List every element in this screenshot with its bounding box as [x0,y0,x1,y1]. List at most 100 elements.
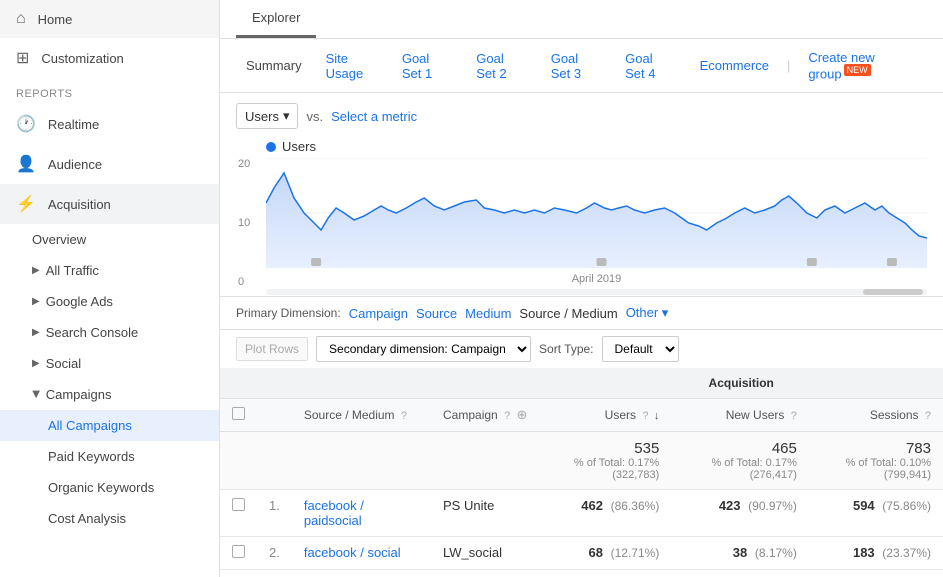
row1-source-medium[interactable]: facebook / paidsocial [292,490,431,537]
table-wrapper: Acquisition Source / Medium ? Campaign ?… [220,368,943,577]
dim-other[interactable]: Other ▾ [626,305,669,321]
row1-checkbox[interactable] [232,498,245,511]
row2-new-users-pct: (8.17%) [755,546,797,560]
primary-dim-label: Primary Dimension: [236,306,341,320]
legend-label: Users [282,139,316,154]
table-row: 1. facebook / paidsocial PS Unite 462 (8… [220,490,943,537]
row1-users-pct: (86.36%) [611,499,660,513]
sort-type-label: Sort Type: [539,342,593,356]
users-sort-icon[interactable]: ↓ [654,410,660,422]
tab-goal-set-3[interactable]: Goal Set 3 [541,46,611,86]
sidebar-item-audience[interactable]: 👤 Audience [0,144,219,184]
users-help-icon[interactable]: ? [642,410,648,422]
th-source-medium[interactable]: Source / Medium ? [292,399,431,432]
tab-goal-set-1[interactable]: Goal Set 1 [392,46,462,86]
tab-goal-set-2[interactable]: Goal Set 2 [466,46,536,86]
total-num-cell [257,432,292,490]
total-users-value: 535 [551,440,659,457]
row1-campaign: PS Unite [431,490,539,537]
primary-dimension-bar: Primary Dimension: Campaign Source Mediu… [220,296,943,329]
total-source-cell [292,432,431,490]
sidebar-sub-cost-analysis[interactable]: Cost Analysis [0,503,219,534]
triangle-icon-4: ▶ [32,358,40,369]
sidebar-cost-analysis-label: Cost Analysis [48,511,126,526]
scrollbar-thumb[interactable] [863,289,923,295]
th-sessions[interactable]: Sessions ? [809,399,943,432]
legend-dot [266,142,276,152]
row2-checkbox[interactable] [232,545,245,558]
realtime-icon: 🕐 [16,114,36,134]
sidebar-sub-google-ads[interactable]: ▶ Google Ads [0,286,219,317]
chart-y-axis: 20 10 0 [238,158,250,288]
tab-summary[interactable]: Summary [236,53,312,78]
sidebar-sub-overview[interactable]: Overview [0,224,219,255]
row2-source-medium[interactable]: facebook / social [292,537,431,570]
row2-checkbox-cell[interactable] [220,537,257,570]
data-table: Acquisition Source / Medium ? Campaign ?… [220,368,943,570]
select-all-checkbox[interactable] [232,407,245,420]
sidebar-organic-keywords-label: Organic Keywords [48,480,154,495]
customization-icon: ⊞ [16,48,29,68]
sidebar-sub-all-traffic[interactable]: ▶ All Traffic [0,255,219,286]
sidebar-sub-campaigns[interactable]: ▶ Campaigns [0,379,219,410]
sub-tab-bar: Summary Site Usage Goal Set 1 Goal Set 2… [220,39,943,93]
chart-y-mid: 10 [238,217,250,229]
sidebar-sub-organic-keywords[interactable]: Organic Keywords [0,472,219,503]
th-campaign[interactable]: Campaign ? ⊕ [431,399,539,432]
sort-type-select[interactable]: Default [602,336,679,362]
secondary-dimension-select[interactable]: Secondary dimension: Campaign [316,336,531,362]
table-row: 2. facebook / social LW_social 68 (12.71… [220,537,943,570]
sidebar-paid-keywords-label: Paid Keywords [48,449,135,464]
sidebar-campaigns-label: Campaigns [46,387,112,402]
tab-ecommerce[interactable]: Ecommerce [690,53,779,78]
sub-tab-divider: | [787,58,790,73]
row1-checkbox-cell[interactable] [220,490,257,537]
campaign-help-icon[interactable]: ? [504,410,510,422]
row1-num: 1. [257,490,292,537]
new-badge: NEW [844,64,871,76]
chevron-down-icon: ▾ [283,108,290,124]
th-users[interactable]: Users ? ↓ [539,399,671,432]
row1-users-value: 462 [581,498,603,513]
dim-campaign[interactable]: Campaign [349,306,408,321]
row1-source-medium-link[interactable]: facebook / paidsocial [304,498,364,528]
total-row: 535 % of Total: 0.17% (322,783) 465 % of… [220,432,943,490]
select-metric-link[interactable]: Select a metric [331,109,417,124]
metric-selector-bar: Users ▾ vs. Select a metric [220,93,943,139]
th-select-all[interactable] [220,399,257,432]
row2-new-users: 38 (8.17%) [671,537,809,570]
row2-campaign: LW_social [431,537,539,570]
total-new-users-value: 465 [683,440,797,457]
chart-scrollbar[interactable] [266,289,927,295]
dim-source-medium[interactable]: Source / Medium [519,306,617,321]
explorer-tab[interactable]: Explorer [236,0,316,38]
tab-create-new-group[interactable]: Create new groupNEW [798,45,927,86]
dim-medium[interactable]: Medium [465,306,511,321]
sessions-help-icon[interactable]: ? [925,410,931,422]
add-segment-icon[interactable]: ⊕ [517,407,528,422]
chart-y-max: 20 [238,158,250,170]
sidebar: ⌂ Home ⊞ Customization REPORTS 🕐 Realtim… [0,0,220,577]
dim-source[interactable]: Source [416,306,457,321]
row2-source-medium-link[interactable]: facebook / social [304,545,401,560]
sidebar-item-home[interactable]: ⌂ Home [0,0,219,38]
source-medium-help-icon[interactable]: ? [401,410,407,422]
tab-site-usage[interactable]: Site Usage [316,46,388,86]
sidebar-sub-all-campaigns[interactable]: All Campaigns [0,410,219,441]
tab-goal-set-4[interactable]: Goal Set 4 [615,46,685,86]
sidebar-item-realtime[interactable]: 🕐 Realtime [0,104,219,144]
sidebar-sub-paid-keywords[interactable]: Paid Keywords [0,441,219,472]
campaign-col-label: Campaign [443,408,498,422]
th-new-users[interactable]: New Users ? [671,399,809,432]
source-medium-col-label: Source / Medium [304,408,395,422]
chart-area: Users 20 10 0 [220,139,943,296]
sidebar-item-customization[interactable]: ⊞ Customization [0,38,219,78]
total-sessions-value: 783 [821,440,931,457]
total-sessions-sub: % of Total: 0.10% (799,941) [821,457,931,481]
sidebar-sub-social[interactable]: ▶ Social [0,348,219,379]
new-users-help-icon[interactable]: ? [791,410,797,422]
sidebar-item-acquisition[interactable]: ⚡ Acquisition [0,184,219,224]
sidebar-sub-search-console[interactable]: ▶ Search Console [0,317,219,348]
triangle-icon-5: ▶ [30,391,41,399]
metric-dropdown[interactable]: Users ▾ [236,103,298,129]
